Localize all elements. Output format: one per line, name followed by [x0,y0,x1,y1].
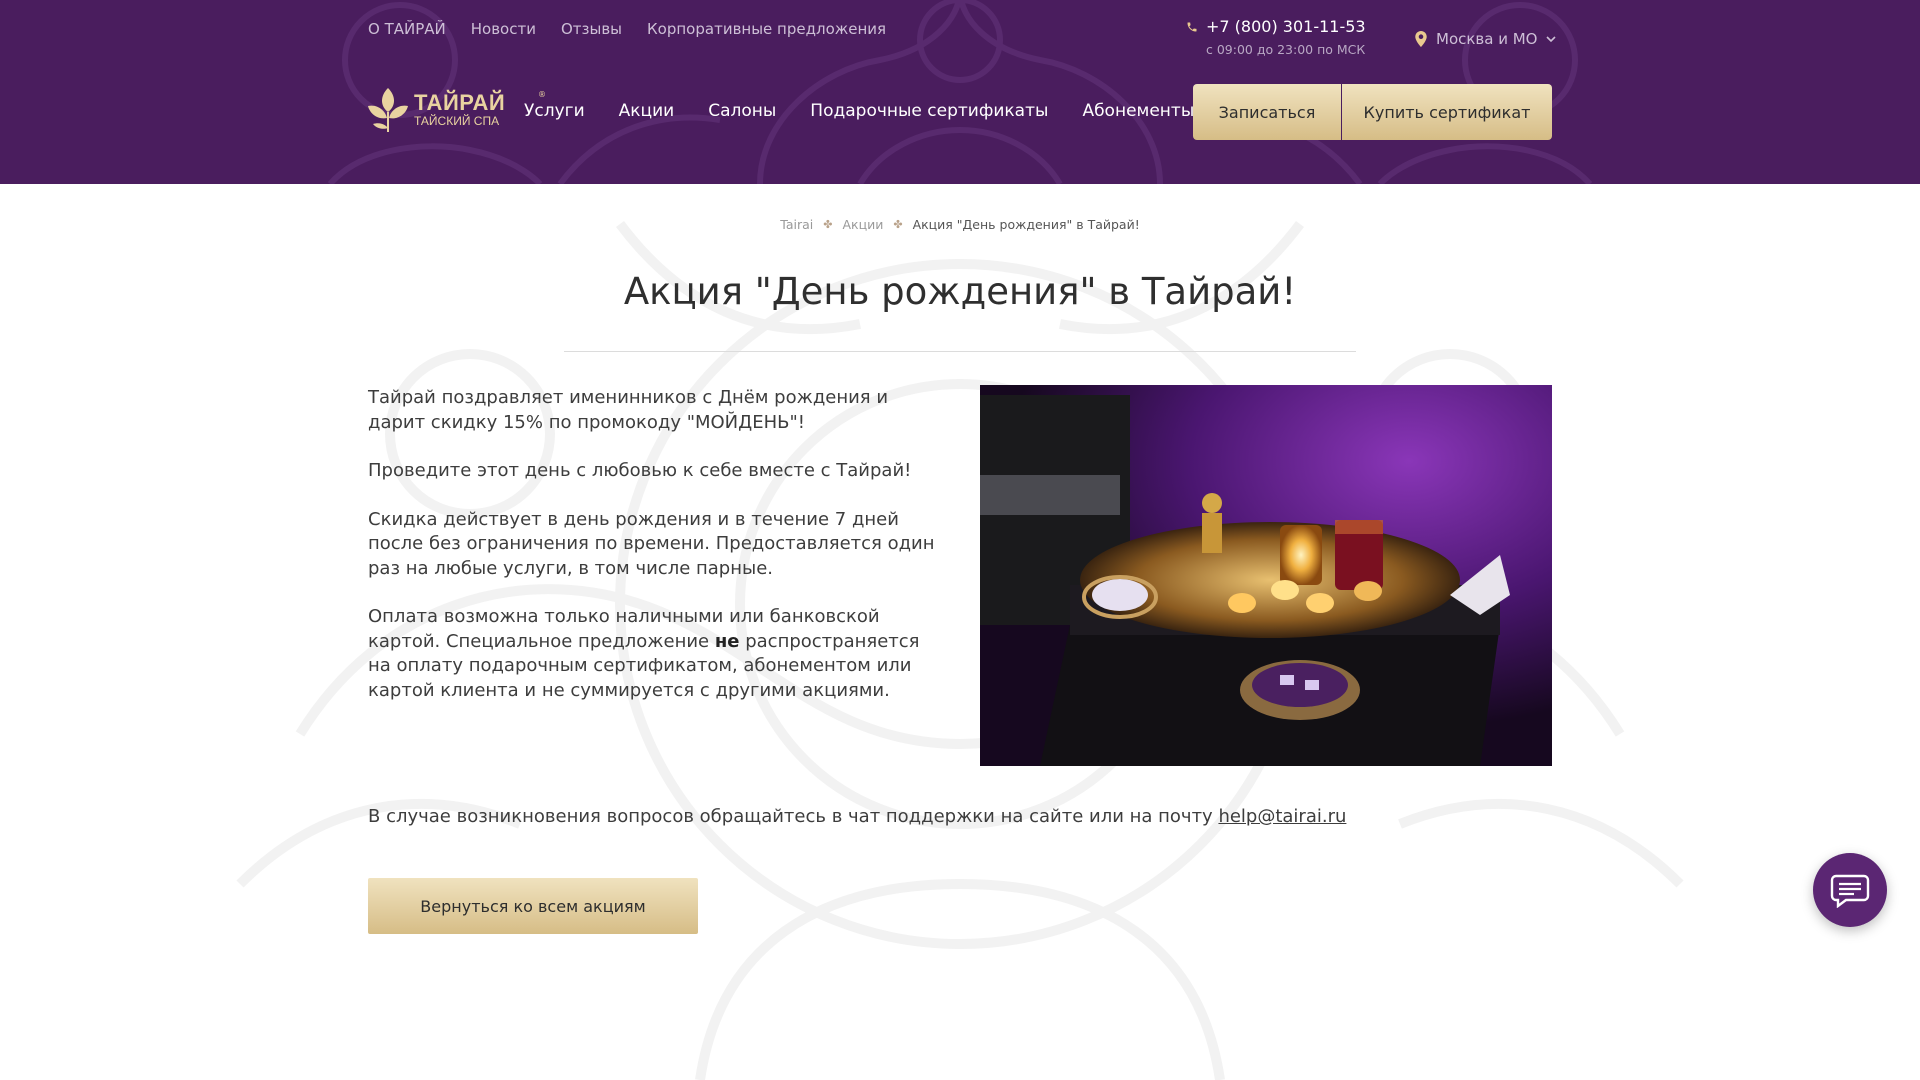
phone-block: +7 (800) 301-11-53 с 09:00 до 23:00 по М… [1186,17,1366,57]
phone-icon [1187,22,1197,31]
main-nav-services[interactable]: Услуги [524,101,585,121]
working-hours: с 09:00 до 23:00 по МСК [1206,42,1366,57]
breadcrumb-separator-icon: ✤ [823,218,833,231]
top-nav-corporate[interactable]: Корпоративные предложения [647,20,886,38]
chat-button[interactable] [1813,853,1887,927]
top-nav-news[interactable]: Новости [471,20,536,38]
book-button[interactable]: Записаться [1193,84,1341,140]
breadcrumb-current: Акция "День рождения" в Тайрай! [912,217,1140,232]
site-logo[interactable]: ТАЙРАЙ ТАЙСКИЙ СПА ® [368,88,546,132]
top-nav: О ТАЙРАЙ Новости Отзывы Корпоративные пр… [368,20,886,38]
main-nav-subscriptions[interactable]: Абонементы [1082,101,1194,121]
title-divider [564,351,1356,352]
promo-paragraph-1: Тайрай поздравляет именинников с Днём ро… [368,387,889,433]
site-header: О ТАЙРАЙ Новости Отзывы Корпоративные пр… [0,0,1920,184]
header-ornament [327,0,1593,184]
breadcrumb: Tairai ✤ Акции ✤ Акция "День рождения" в… [0,217,1920,232]
breadcrumb-separator-icon: ✤ [893,218,903,231]
support-email-link[interactable]: help@tairai.ru [1218,806,1346,827]
spa-table-illustration [980,385,1552,766]
city-label: Москва и МО [1436,30,1538,48]
top-nav-reviews[interactable]: Отзывы [561,20,622,38]
breadcrumb-home[interactable]: Tairai [780,217,813,232]
chat-bubble-icon [1830,874,1870,908]
lotus-leaves-icon [368,88,408,132]
top-nav-about[interactable]: О ТАЙРАЙ [368,20,446,38]
logo-registered-mark: ® [538,90,546,99]
promo-paragraph-3: Скидка действует в день рождения и в теч… [368,508,935,579]
main-nav-promotions[interactable]: Акции [619,101,675,121]
phone-link[interactable]: +7 (800) 301-11-53 [1186,17,1366,36]
city-selector[interactable]: Москва и МО [1414,30,1556,48]
main-nav-salons[interactable]: Салоны [708,101,776,121]
buy-certificate-button[interactable]: Купить сертификат [1342,84,1552,140]
promo-description: Тайрай поздравляет именинников с Днём ро… [368,386,948,727]
promo-photo [980,385,1552,766]
background-ornament [236,220,1684,1080]
main-nav-gift-certificates[interactable]: Подарочные сертификаты [810,101,1048,121]
support-contact-label: В случае возникновения вопросов обращайт… [368,806,1219,827]
logo-wordmark: ТАЙРАЙ ТАЙСКИЙ СПА ® [414,90,546,128]
phone-number: +7 (800) 301-11-53 [1206,17,1366,36]
location-pin-icon [1415,31,1427,47]
support-contact-text: В случае возникновения вопросов обращайт… [368,806,1346,827]
chevron-down-icon [1545,36,1556,43]
promo-paragraph-4: Оплата возможна только наличными или бан… [368,605,948,703]
logo-title: ТАЙРАЙ [414,90,506,115]
promo-paragraph-2: Проведите этот день с любовью к себе вме… [368,460,912,481]
promo-paragraph-4-emphasis: не [714,630,740,652]
breadcrumb-promotions[interactable]: Акции [842,217,883,232]
page-title: Акция "День рождения" в Тайрай! [623,270,1297,313]
main-nav: Услуги Акции Салоны Подарочные сертифика… [524,101,1194,121]
back-to-promotions-button[interactable]: Вернуться ко всем акциям [368,878,698,934]
logo-subtitle: ТАЙСКИЙ СПА [414,114,500,128]
